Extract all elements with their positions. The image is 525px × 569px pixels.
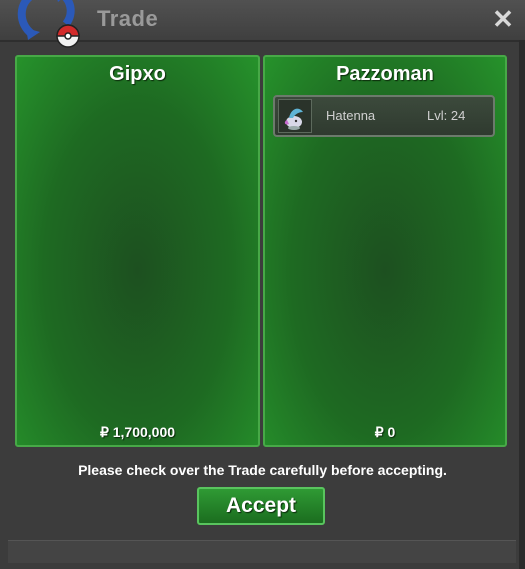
offered-pokemon-row[interactable]: Hatenna Lvl: 24 bbox=[273, 95, 495, 137]
trade-notice: Please check over the Trade carefully be… bbox=[78, 462, 447, 478]
hatenna-sprite-icon bbox=[278, 99, 312, 133]
window-title: Trade bbox=[97, 6, 159, 31]
my-money-offer: ₽ 1,700,000 bbox=[99, 424, 176, 440]
partner-offer-panel: Pazzoman Hatenna Lvl: 24 ₽ 0 bbox=[263, 55, 507, 447]
pokemon-trade-logo-icon bbox=[17, 0, 80, 48]
bottom-bar bbox=[8, 540, 516, 563]
title-bar[interactable]: Trade ✕ bbox=[0, 0, 525, 48]
my-offer-panel: Gipxo ₽ 1,700,000 bbox=[15, 55, 260, 447]
partner-money-offer: ₽ 0 bbox=[374, 424, 396, 440]
close-icon: ✕ bbox=[492, 4, 514, 34]
trade-window: Trade ✕ Gipxo ₽ 1,700,000 Pazzoman Haten… bbox=[0, 0, 525, 569]
my-player-name: Gipxo bbox=[109, 63, 166, 85]
pokemon-level: Lvl: 24 bbox=[427, 108, 466, 123]
close-button[interactable]: ✕ bbox=[490, 6, 516, 32]
window-edge bbox=[519, 40, 525, 569]
partner-player-name: Pazzoman bbox=[336, 63, 434, 85]
pokemon-name: Hatenna bbox=[326, 108, 376, 123]
accept-button[interactable]: Accept bbox=[197, 487, 325, 525]
